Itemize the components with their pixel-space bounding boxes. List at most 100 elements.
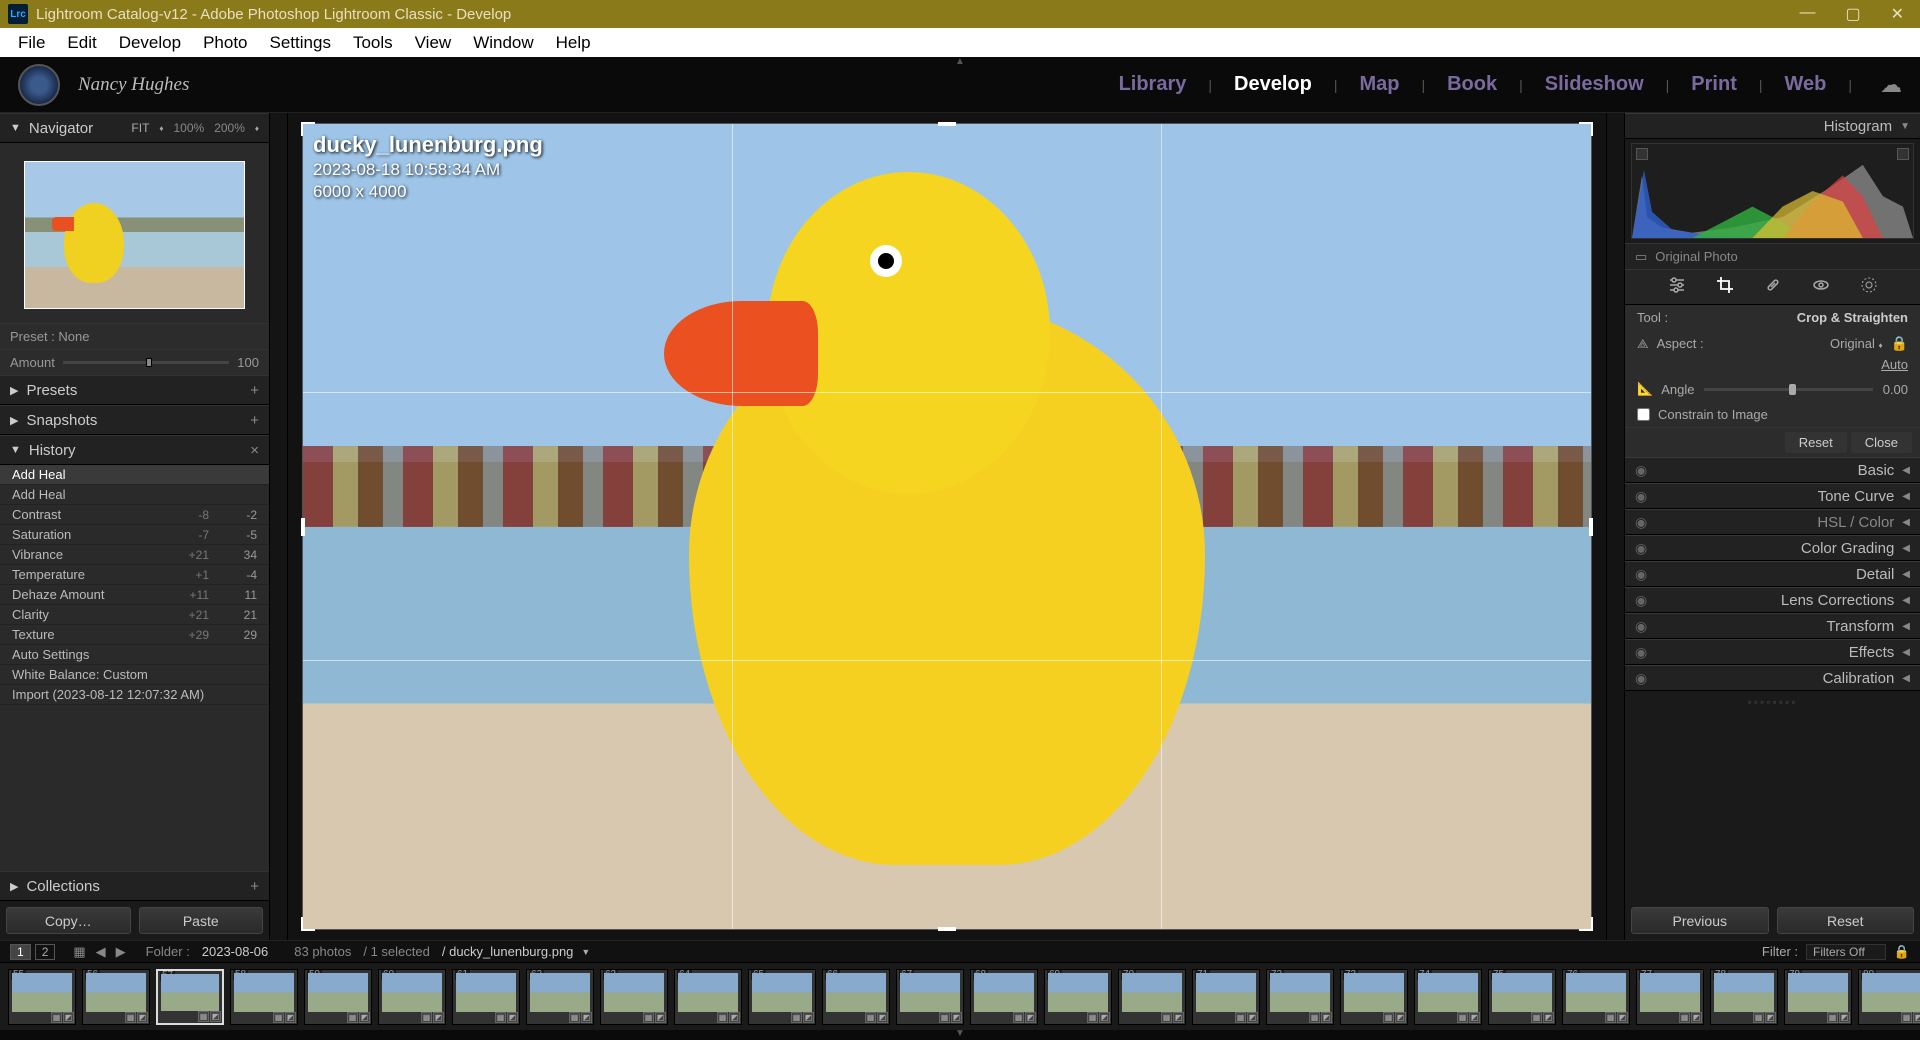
history-step[interactable]: Add Heal bbox=[0, 485, 269, 505]
panel-visibility-toggle[interactable]: ◉ bbox=[1635, 592, 1647, 609]
panel-visibility-toggle[interactable]: ◉ bbox=[1635, 566, 1647, 583]
aspect-dropdown[interactable]: Original ♦ bbox=[1830, 336, 1883, 351]
filmstrip-thumbnail[interactable]: 63▦◩ bbox=[600, 969, 668, 1025]
crop-handle-top[interactable] bbox=[938, 122, 956, 126]
aspect-lock-icon[interactable]: 🔒 bbox=[1891, 335, 1908, 352]
module-develop[interactable]: Develop bbox=[1234, 73, 1312, 96]
paste-settings-button[interactable]: Paste bbox=[139, 907, 264, 934]
filmstrip-thumbnail[interactable]: 58▦◩ bbox=[230, 969, 298, 1025]
nav-zoom-100[interactable]: 100% bbox=[174, 121, 205, 135]
module-map[interactable]: Map bbox=[1359, 73, 1399, 96]
panel-header-hsl-color[interactable]: ◉HSL / Color◀ bbox=[1625, 509, 1920, 535]
highlight-clipping-indicator[interactable] bbox=[1897, 148, 1909, 160]
go-forward-icon[interactable]: ▶ bbox=[116, 944, 126, 960]
module-book[interactable]: Book bbox=[1447, 73, 1497, 96]
filmstrip-thumbnail[interactable]: 74▦◩ bbox=[1414, 969, 1482, 1025]
image-canvas[interactable]: ducky_lunenburg.png 2023-08-18 10:58:34 … bbox=[302, 123, 1592, 930]
history-step[interactable]: Dehaze Amount+1111 bbox=[0, 585, 269, 605]
original-photo-row[interactable]: ▭ Original Photo bbox=[1625, 243, 1920, 269]
second-window-button[interactable]: 2 bbox=[35, 944, 56, 960]
menu-edit[interactable]: Edit bbox=[57, 29, 106, 57]
menu-file[interactable]: File bbox=[8, 29, 55, 57]
angle-slider[interactable] bbox=[1704, 388, 1872, 391]
collapse-top-indicator[interactable]: ▲ bbox=[955, 56, 965, 67]
copy-settings-button[interactable]: Copy… bbox=[6, 907, 131, 934]
panel-visibility-toggle[interactable]: ◉ bbox=[1635, 514, 1647, 531]
add-preset-button[interactable]: + bbox=[250, 382, 259, 399]
panel-visibility-toggle[interactable]: ◉ bbox=[1635, 462, 1647, 479]
panel-header-color-grading[interactable]: ◉Color Grading◀ bbox=[1625, 535, 1920, 561]
navigator-header[interactable]: ▼ Navigator FIT♦ 100% 200%♦ bbox=[0, 113, 269, 143]
straighten-auto-button[interactable]: Auto bbox=[1625, 357, 1920, 376]
histogram-header[interactable]: Histogram ▼ bbox=[1625, 113, 1920, 139]
menu-photo[interactable]: Photo bbox=[193, 29, 257, 57]
filmstrip-thumbnail[interactable]: 68▦◩ bbox=[970, 969, 1038, 1025]
filmstrip-thumbnail[interactable]: 76▦◩ bbox=[1562, 969, 1630, 1025]
filmstrip-thumbnail[interactable]: 77▦◩ bbox=[1636, 969, 1704, 1025]
grid-view-icon[interactable]: ▦ bbox=[73, 944, 85, 960]
redeye-tool[interactable] bbox=[1812, 276, 1830, 299]
menu-develop[interactable]: Develop bbox=[109, 29, 191, 57]
constrain-checkbox[interactable] bbox=[1637, 408, 1650, 421]
panel-visibility-toggle[interactable]: ◉ bbox=[1635, 644, 1647, 661]
add-collection-button[interactable]: + bbox=[250, 878, 259, 895]
filmstrip-thumbnail[interactable]: 57▦◩ bbox=[156, 969, 224, 1025]
filmstrip-thumbnail[interactable]: 65▦◩ bbox=[748, 969, 816, 1025]
filter-lock-icon[interactable]: 🔒 bbox=[1894, 944, 1910, 960]
panel-header-effects[interactable]: ◉Effects◀ bbox=[1625, 639, 1920, 665]
crop-handle-bottom-left[interactable] bbox=[301, 917, 315, 931]
filmstrip-thumbnail[interactable]: 78▦◩ bbox=[1710, 969, 1778, 1025]
preset-value[interactable]: None bbox=[58, 329, 89, 344]
presets-header[interactable]: ▶ Presets + bbox=[0, 375, 269, 405]
filmstrip-thumbnail[interactable]: 55▦◩ bbox=[8, 969, 76, 1025]
histogram-display[interactable] bbox=[1631, 143, 1914, 239]
panel-header-basic[interactable]: ◉Basic◀ bbox=[1625, 457, 1920, 483]
filmstrip-thumbnail[interactable]: 64▦◩ bbox=[674, 969, 742, 1025]
menu-window[interactable]: Window bbox=[463, 29, 543, 57]
shadow-clipping-indicator[interactable] bbox=[1636, 148, 1648, 160]
filmstrip-thumbnail[interactable]: 69▦◩ bbox=[1044, 969, 1112, 1025]
angle-ruler-icon[interactable]: 📐 bbox=[1637, 381, 1653, 397]
panel-visibility-toggle[interactable]: ◉ bbox=[1635, 670, 1647, 687]
crop-frame-icon[interactable]: ⟁ bbox=[1637, 336, 1649, 352]
module-library[interactable]: Library bbox=[1119, 73, 1187, 96]
collections-header[interactable]: ▶ Collections + bbox=[0, 871, 269, 901]
filmstrip-thumbnail[interactable]: 79▦◩ bbox=[1784, 969, 1852, 1025]
crop-reset-button[interactable]: Reset bbox=[1785, 432, 1847, 453]
history-step[interactable]: Vibrance+2134 bbox=[0, 545, 269, 565]
maximize-icon[interactable]: ▢ bbox=[1845, 4, 1860, 24]
filmstrip-thumbnail[interactable]: 59▦◩ bbox=[304, 969, 372, 1025]
previous-button[interactable]: Previous bbox=[1631, 907, 1769, 934]
filmstrip-thumbnail[interactable]: 60▦◩ bbox=[378, 969, 446, 1025]
edit-sliders-tool[interactable] bbox=[1668, 276, 1686, 299]
menu-tools[interactable]: Tools bbox=[343, 29, 403, 57]
module-web[interactable]: Web bbox=[1785, 73, 1827, 96]
module-print[interactable]: Print bbox=[1691, 73, 1737, 96]
add-snapshot-button[interactable]: + bbox=[250, 412, 259, 429]
filmstrip-thumbnail[interactable]: 80▦◩ bbox=[1858, 969, 1920, 1025]
history-step[interactable]: Clarity+2121 bbox=[0, 605, 269, 625]
history-step[interactable]: Saturation-7-5 bbox=[0, 525, 269, 545]
filmstrip-thumbnail[interactable]: 61▦◩ bbox=[452, 969, 520, 1025]
close-icon[interactable]: ✕ bbox=[1891, 4, 1904, 24]
identity-plate-avatar[interactable] bbox=[18, 64, 60, 106]
history-step[interactable]: Texture+2929 bbox=[0, 625, 269, 645]
panel-visibility-toggle[interactable]: ◉ bbox=[1635, 488, 1647, 505]
menu-help[interactable]: Help bbox=[546, 29, 601, 57]
navigator-preview[interactable] bbox=[24, 161, 245, 309]
left-panel-collapse-strip[interactable] bbox=[270, 113, 288, 940]
history-header[interactable]: ▼ History × bbox=[0, 435, 269, 465]
filmstrip-thumbnail[interactable]: 66▦◩ bbox=[822, 969, 890, 1025]
filmstrip-thumbnail[interactable]: 71▦◩ bbox=[1192, 969, 1260, 1025]
healing-tool[interactable] bbox=[1764, 276, 1782, 299]
history-step[interactable]: Import (2023-08-12 12:07:32 AM) bbox=[0, 685, 269, 705]
filmstrip-thumbnail[interactable]: 62▦◩ bbox=[526, 969, 594, 1025]
panel-visibility-toggle[interactable]: ◉ bbox=[1635, 618, 1647, 635]
panel-header-detail[interactable]: ◉Detail◀ bbox=[1625, 561, 1920, 587]
preset-amount-slider[interactable] bbox=[63, 361, 229, 364]
panel-header-calibration[interactable]: ◉Calibration◀ bbox=[1625, 665, 1920, 691]
crop-handle-left[interactable] bbox=[301, 518, 305, 536]
filmstrip-thumbnail[interactable]: 67▦◩ bbox=[896, 969, 964, 1025]
masking-tool[interactable] bbox=[1860, 276, 1878, 299]
nav-fit-button[interactable]: FIT bbox=[131, 121, 149, 135]
